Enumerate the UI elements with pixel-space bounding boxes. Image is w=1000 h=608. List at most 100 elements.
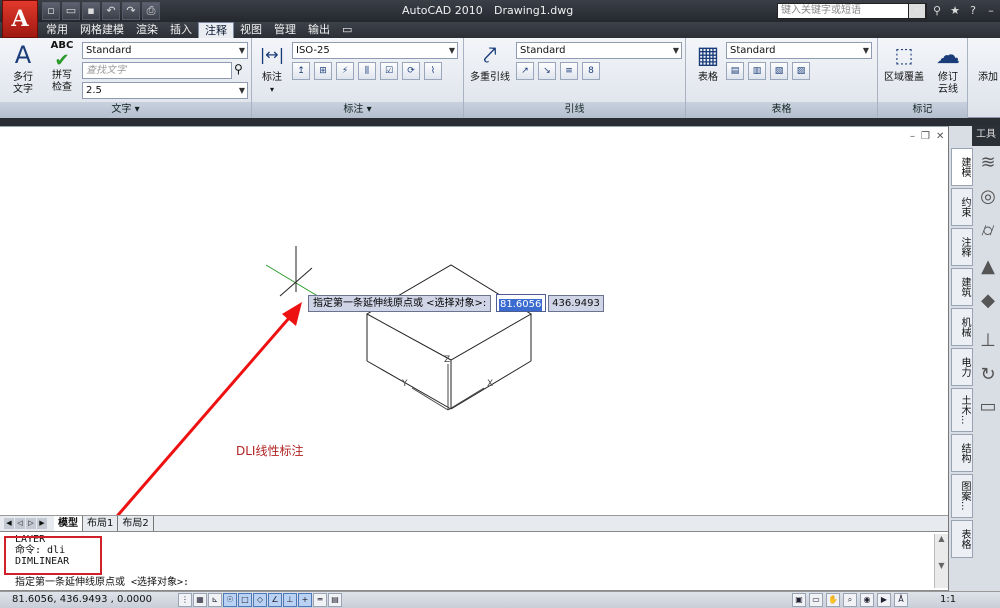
model-icon[interactable]: ▣ xyxy=(792,593,806,607)
prev-layout-icon[interactable]: ◁ xyxy=(15,518,25,529)
find-text-input[interactable]: 查找文字 xyxy=(82,62,232,79)
application-menu-button[interactable]: A xyxy=(2,0,38,38)
tab-layout2[interactable]: 布局2 xyxy=(118,516,154,531)
tab-insert[interactable]: 插入 xyxy=(164,22,198,38)
lineweight-icon[interactable]: ═ xyxy=(313,593,327,607)
pyramid-icon[interactable]: ◆ xyxy=(977,290,999,312)
quick-view-icon[interactable]: ▭ xyxy=(809,593,823,607)
remove-leader-icon[interactable]: ↘ xyxy=(538,62,556,80)
palette-tab-civil[interactable]: 土木... xyxy=(951,388,973,432)
palette-tab-hatches[interactable]: 图案... xyxy=(951,474,973,518)
ribbon-toggle-icon[interactable]: ▭ xyxy=(336,22,358,38)
polar-icon[interactable]: ☉ xyxy=(223,593,237,607)
palette-tab-electrical[interactable]: 电力 xyxy=(951,348,973,386)
quick-properties-icon[interactable]: ▤ xyxy=(328,593,342,607)
tab-output[interactable]: 输出 xyxy=(302,22,336,38)
dim-jog-icon[interactable]: ⌇ xyxy=(424,62,442,80)
tab-model[interactable]: 模型 xyxy=(54,516,83,531)
find-replace-icon[interactable]: ⚲ xyxy=(234,62,243,76)
add-leader-icon[interactable]: ↗ xyxy=(516,62,534,80)
dim-baseline-icon[interactable]: ↥ xyxy=(292,62,310,80)
link-data-icon[interactable]: ▥ xyxy=(748,62,766,80)
ucs-tool-icon[interactable]: ⊥ xyxy=(977,330,999,352)
text-style-select[interactable]: Standard ▼ xyxy=(82,42,248,59)
annotation-scale-icon[interactable]: Å xyxy=(894,593,908,607)
otrack-icon[interactable]: ∠ xyxy=(268,593,282,607)
pan-icon[interactable]: ✋ xyxy=(826,593,840,607)
snap-icon[interactable]: ⋮ xyxy=(178,593,192,607)
box-tool-icon[interactable]: ▭ xyxy=(977,396,999,418)
save-icon[interactable]: ▪ xyxy=(82,2,100,20)
tab-home[interactable]: 常用 xyxy=(40,22,74,38)
mleader-style-select[interactable]: Standard ▼ xyxy=(516,42,682,59)
tab-annotate[interactable]: 注释 xyxy=(198,22,234,38)
ortho-icon[interactable]: ⊾ xyxy=(208,593,222,607)
command-prompt[interactable]: 指定第一条延伸线原点或 <选择对象>: xyxy=(15,577,189,588)
dynamic-input-y[interactable]: 436.9493 xyxy=(548,295,604,312)
palette-tab-tables[interactable]: 表格 xyxy=(951,520,973,558)
dim-break-icon[interactable]: ⚡ xyxy=(336,62,354,80)
tab-layout1[interactable]: 布局1 xyxy=(83,516,119,531)
cone-icon[interactable]: ▲ xyxy=(977,256,999,278)
table-style-select[interactable]: Standard ▼ xyxy=(726,42,872,59)
revision-cloud-button[interactable]: ☁ 修订 云线 xyxy=(930,40,966,96)
upload-data-icon[interactable]: ▨ xyxy=(792,62,810,80)
tab-view[interactable]: 视图 xyxy=(234,22,268,38)
dim-space-icon[interactable]: ⫼ xyxy=(358,62,376,80)
dim-inspect-icon[interactable]: ☑ xyxy=(380,62,398,80)
undo-icon[interactable]: ↶ xyxy=(102,2,120,20)
grid-icon[interactable]: ▦ xyxy=(193,593,207,607)
spell-check-button[interactable]: ABC ✔ 拼写 检查 xyxy=(44,40,80,94)
dim-update-icon[interactable]: ⟳ xyxy=(402,62,420,80)
palette-tab-constraints[interactable]: 约束 xyxy=(951,188,973,226)
add-button[interactable]: 添加 xyxy=(976,72,1000,84)
text-height-select[interactable]: 2.5 ▼ xyxy=(82,82,248,99)
ducs-icon[interactable]: ⊥ xyxy=(283,593,297,607)
help-search-input[interactable]: 键入关键字或短语 xyxy=(777,3,927,19)
3d-osnap-icon[interactable]: ◇ xyxy=(253,593,267,607)
rotate-ucs-icon[interactable]: ↻ xyxy=(977,364,999,386)
dynamic-input-x[interactable]: 81.6056 xyxy=(496,294,546,312)
zoom-icon[interactable]: ⌕ xyxy=(843,593,857,607)
helix-icon[interactable]: ≋ xyxy=(977,152,999,174)
align-leader-icon[interactable]: ≡ xyxy=(560,62,578,80)
binoculars-icon[interactable]: ⚲ xyxy=(930,3,944,18)
help-icon[interactable]: ? xyxy=(966,3,980,18)
dim-style-select[interactable]: ISO-25 ▼ xyxy=(292,42,458,59)
minimize-icon[interactable]: – xyxy=(984,3,998,18)
palette-tab-architectural[interactable]: 建筑 xyxy=(951,268,973,306)
tool-palette-title[interactable]: 工具 xyxy=(972,126,1000,146)
table-button[interactable]: ▦ 表格 xyxy=(690,40,726,84)
multiline-text-button[interactable]: A 多行 文字 xyxy=(6,40,40,96)
command-window[interactable]: LAYER 命令: dli DIMLINEAR 指定第一条延伸线原点或 <选择对… xyxy=(0,531,948,591)
first-layout-icon[interactable]: ◀ xyxy=(4,518,14,529)
dimension-panel-title[interactable]: 标注 ▾ xyxy=(252,102,463,118)
text-panel-title[interactable]: 文字 ▾ xyxy=(0,102,251,118)
collect-leader-icon[interactable]: 8 xyxy=(582,62,600,80)
extract-data-icon[interactable]: ▤ xyxy=(726,62,744,80)
command-scrollbar[interactable]: ▲ ▼ xyxy=(934,534,948,588)
new-icon[interactable]: ▫ xyxy=(42,2,60,20)
palette-tab-annotation[interactable]: 注释 xyxy=(951,228,973,266)
tab-manage[interactable]: 管理 xyxy=(268,22,302,38)
download-data-icon[interactable]: ▧ xyxy=(770,62,788,80)
wipeout-button[interactable]: ⬚ 区域覆盖 xyxy=(880,40,928,84)
multileader-button[interactable]: ⤤ 多重引线 xyxy=(468,40,512,84)
dimension-button[interactable]: |↔| 标注 ▾ xyxy=(256,40,288,96)
search-icon[interactable]: ⌕ xyxy=(908,3,926,19)
annotation-scale[interactable]: 1:1 xyxy=(940,594,956,605)
open-icon[interactable]: ▭ xyxy=(62,2,80,20)
tab-mesh[interactable]: 网格建模 xyxy=(74,22,130,38)
dyn-icon[interactable]: + xyxy=(298,593,312,607)
cylinder-icon[interactable]: ⌭ xyxy=(977,220,999,242)
star-icon[interactable]: ★ xyxy=(948,3,962,18)
dim-quick-icon[interactable]: ⊞ xyxy=(314,62,332,80)
showmotion-icon[interactable]: ▶ xyxy=(877,593,891,607)
tab-render[interactable]: 渲染 xyxy=(130,22,164,38)
steering-wheel-icon[interactable]: ◉ xyxy=(860,593,874,607)
palette-tab-mechanical[interactable]: 机械 xyxy=(951,308,973,346)
palette-tab-modeling[interactable]: 建模 xyxy=(951,148,973,186)
plot-icon[interactable]: ⎙ xyxy=(142,2,160,20)
palette-tab-structural[interactable]: 结构 xyxy=(951,434,973,472)
osnap-icon[interactable]: □ xyxy=(238,593,252,607)
